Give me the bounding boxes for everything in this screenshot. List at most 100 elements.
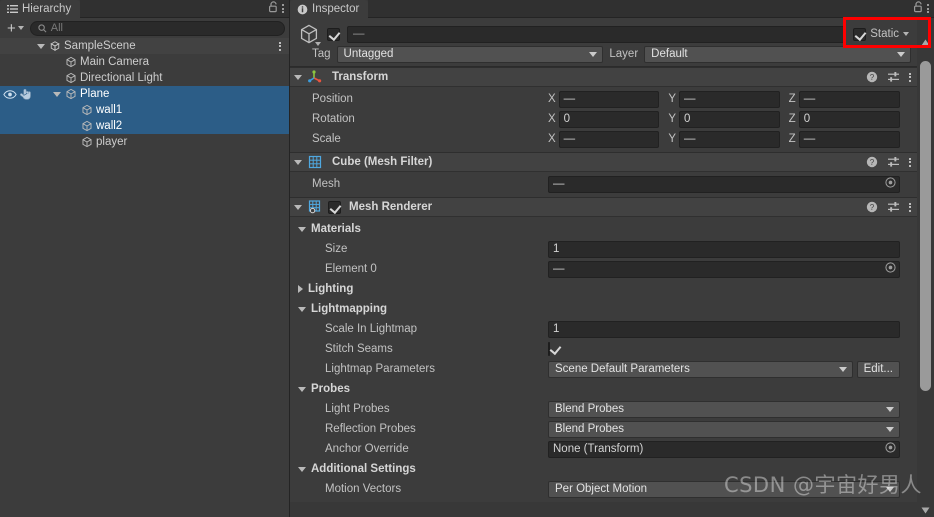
object-field-mesh[interactable]: — <box>548 175 900 193</box>
property-group-probes[interactable]: Probes <box>290 379 917 399</box>
object-picker-icon[interactable] <box>885 442 896 456</box>
number-input-scale-in-lightmap[interactable]: 1 <box>548 320 900 338</box>
hierarchy-tree[interactable]: SampleScene Main Camera Directional Light P… <box>0 38 289 517</box>
inspector-scroll-content: — Static Tag Untagged Layer Default Tran… <box>290 18 917 517</box>
chevron-down-icon[interactable] <box>903 32 909 36</box>
hierarchy-row-wall2[interactable]: wall2 <box>0 118 289 134</box>
number-input-scale-x[interactable]: — <box>558 130 660 148</box>
object-field-element-0[interactable]: — <box>548 260 900 278</box>
gameobject-header: — Static Tag Untagged Layer Default <box>290 18 917 67</box>
scroll-up-button[interactable] <box>921 36 930 49</box>
component-title: Mesh Renderer <box>349 201 433 213</box>
number-input-rotation-z[interactable]: 0 <box>798 110 900 128</box>
object-picker-icon[interactable] <box>885 262 896 273</box>
scroll-down-button[interactable] <box>921 504 930 517</box>
preset-sliders-icon[interactable] <box>887 71 900 83</box>
property-dropdown[interactable]: Blend Probes <box>548 400 900 418</box>
help-circle-icon[interactable]: ? <box>866 71 878 83</box>
unity-scene-icon <box>47 40 62 52</box>
kebab-menu-icon[interactable] <box>927 4 929 13</box>
tag-dropdown[interactable]: Untagged <box>336 45 604 63</box>
object-field-value: None (Transform) <box>553 443 644 455</box>
hierarchy-row-wall1[interactable]: wall1 <box>0 102 289 118</box>
component-header-transform[interactable]: Transform? <box>290 67 917 87</box>
gameobject-name-input[interactable]: — <box>347 25 847 43</box>
preset-sliders-icon[interactable] <box>887 201 900 213</box>
expand-triangle-down-icon[interactable] <box>298 386 306 392</box>
expand-triangle-down-icon[interactable] <box>294 159 302 165</box>
property-group-lightmapping[interactable]: Lightmapping <box>290 299 917 319</box>
number-input-position-y[interactable]: — <box>679 90 780 108</box>
inspector-scrollbar[interactable] <box>917 36 934 517</box>
object-picker-icon[interactable] <box>885 262 896 276</box>
property-dropdown[interactable]: Blend Probes <box>548 420 900 438</box>
search-input[interactable]: All <box>29 20 285 36</box>
property-group-materials[interactable]: Materials <box>290 219 917 239</box>
component-body: Materials Size 1 Element 0 — Lighting Lightmap… <box>290 217 917 502</box>
lock-open-icon[interactable] <box>913 1 924 16</box>
kebab-menu-icon[interactable] <box>909 202 911 212</box>
property-label: Stitch Seams <box>325 343 393 355</box>
help-circle-icon[interactable]: ? <box>866 156 878 168</box>
kebab-menu-icon[interactable] <box>279 41 281 51</box>
preset-sliders-icon[interactable] <box>887 156 900 168</box>
property-group-lighting[interactable]: Lighting <box>290 279 917 299</box>
axis-label-z: Z <box>788 133 796 145</box>
tab-hierarchy[interactable]: Hierarchy <box>0 0 81 18</box>
expand-triangle-right-icon[interactable] <box>298 285 303 293</box>
number-input-position-x[interactable]: — <box>558 90 660 108</box>
add-gameobject-button[interactable]: + <box>4 21 27 36</box>
property-row-scale-in-lightmap: Scale In Lightmap 1 <box>290 319 917 339</box>
expand-triangle-down-icon[interactable] <box>298 466 306 472</box>
expand-triangle-down-icon[interactable] <box>34 43 47 49</box>
transform-axis-icon <box>308 70 322 84</box>
scrollbar-thumb[interactable] <box>920 61 931 391</box>
object-picker-icon[interactable] <box>885 442 896 453</box>
number-input-rotation-x[interactable]: 0 <box>558 110 660 128</box>
static-checkbox[interactable] <box>853 27 867 41</box>
pickability-hand-icon[interactable] <box>19 88 32 100</box>
object-picker-icon[interactable] <box>885 177 896 191</box>
inspector-body: — Static Tag Untagged Layer Default Tran… <box>290 18 934 517</box>
layer-dropdown[interactable]: Default <box>644 45 912 63</box>
number-input-scale-z[interactable]: — <box>798 130 900 148</box>
expand-triangle-down-icon[interactable] <box>50 91 63 97</box>
expand-triangle-down-icon[interactable] <box>298 226 306 232</box>
mesh-renderer-grid-icon <box>308 200 321 214</box>
lock-open-icon[interactable] <box>268 1 279 16</box>
gameobject-enabled-checkbox[interactable] <box>327 27 340 41</box>
property-dropdown[interactable]: Scene Default Parameters <box>548 360 853 378</box>
layer-value: Default <box>651 48 688 60</box>
expand-triangle-down-icon[interactable] <box>298 306 306 312</box>
kebab-menu-icon[interactable] <box>909 157 911 167</box>
property-label: Scale In Lightmap <box>325 323 418 335</box>
expand-triangle-down-icon[interactable] <box>294 74 302 80</box>
property-row-reflection-probes: Reflection Probes Blend Probes <box>290 419 917 439</box>
hierarchy-row-plane[interactable]: Plane <box>0 86 289 102</box>
hierarchy-row-main-camera[interactable]: Main Camera <box>0 54 289 70</box>
hierarchy-row-player[interactable]: player <box>0 134 289 150</box>
number-input-rotation-y[interactable]: 0 <box>679 110 780 128</box>
object-field-anchor-override[interactable]: None (Transform) <box>548 440 900 458</box>
number-input-size[interactable]: 1 <box>548 240 900 258</box>
help-circle-icon[interactable]: ? <box>866 201 878 213</box>
visibility-eye-icon[interactable] <box>3 89 17 100</box>
inspector-panel: Inspector — Static Tag Untagged Layer De… <box>290 0 934 517</box>
kebab-menu-icon[interactable] <box>909 72 911 82</box>
kebab-menu-icon[interactable] <box>282 4 284 13</box>
scrollbar-track[interactable] <box>917 49 934 504</box>
number-input-position-z[interactable]: — <box>798 90 900 108</box>
edit-lightmap-parameters-button[interactable]: Edit... <box>856 360 900 378</box>
component-enabled-checkbox[interactable] <box>328 200 341 214</box>
checkbox-stitch-seams[interactable] <box>548 342 550 356</box>
scene-kebab-menu-icon[interactable] <box>279 38 281 54</box>
component-header-mesh-renderer[interactable]: Mesh Renderer? <box>290 197 917 217</box>
object-picker-icon[interactable] <box>885 177 896 188</box>
hierarchy-row-directional-light[interactable]: Directional Light <box>0 70 289 86</box>
property-row-light-probes: Light Probes Blend Probes <box>290 399 917 419</box>
component-header-cube-mesh-filter[interactable]: Cube (Mesh Filter)? <box>290 152 917 172</box>
tab-inspector[interactable]: Inspector <box>290 0 369 18</box>
hierarchy-row-samplescene[interactable]: SampleScene <box>0 38 289 54</box>
number-input-scale-y[interactable]: — <box>679 130 780 148</box>
expand-triangle-down-icon[interactable] <box>294 204 302 210</box>
